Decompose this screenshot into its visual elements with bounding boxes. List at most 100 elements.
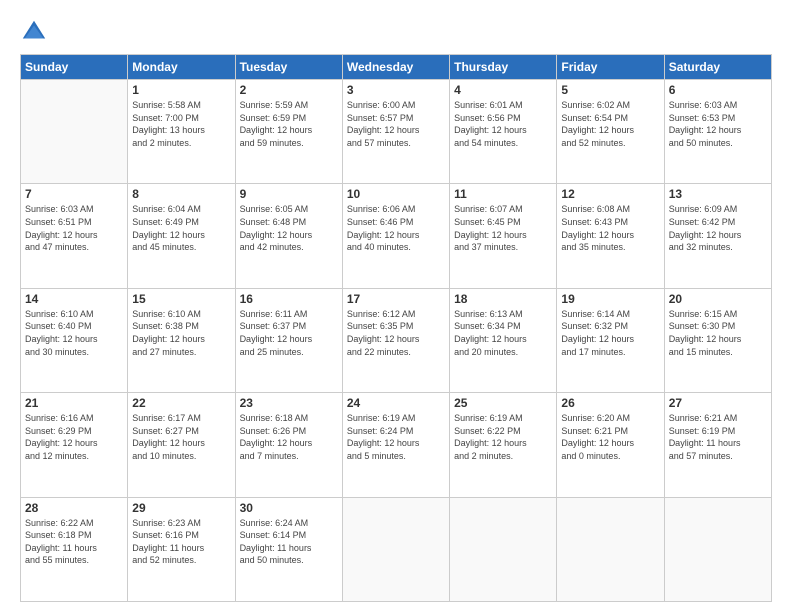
day-number: 7	[25, 187, 123, 201]
calendar-cell: 17 Sunrise: 6:12 AM Sunset: 6:35 PM Dayli…	[342, 288, 449, 392]
calendar-cell: 3 Sunrise: 6:00 AM Sunset: 6:57 PM Daylig…	[342, 80, 449, 184]
day-number: 16	[240, 292, 338, 306]
day-number: 6	[669, 83, 767, 97]
week-row: 28Sunrise: 6:22 AM Sunset: 6:18 PM Dayli…	[21, 497, 772, 601]
day-info: Sunrise: 6:03 AM Sunset: 6:51 PM Dayligh…	[25, 203, 123, 253]
calendar-cell: 11 Sunrise: 6:07 AM Sunset: 6:45 PM Dayli…	[450, 184, 557, 288]
day-number: 12	[561, 187, 659, 201]
calendar-cell: 5 Sunrise: 6:02 AM Sunset: 6:54 PM Daylig…	[557, 80, 664, 184]
calendar-cell: 30 Sunrise: 6:24 AM Sunset: 6:14 PM Dayli…	[235, 497, 342, 601]
weekday-header: Friday	[557, 55, 664, 80]
week-row: 21 Sunrise: 6:16 AM Sunset: 6:29 PM Dayli…	[21, 393, 772, 497]
day-number: 18	[454, 292, 552, 306]
weekday-header: Thursday	[450, 55, 557, 80]
calendar-cell: 15 Sunrise: 6:10 AM Sunset: 6:38 PM Dayli…	[128, 288, 235, 392]
day-number: 8	[132, 187, 230, 201]
page: SundayMondayTuesdayWednesdayThursdayFrid…	[0, 0, 792, 612]
calendar-cell: 6 Sunrise: 6:03 AM Sunset: 6:53 PM Daylig…	[664, 80, 771, 184]
day-number: 17	[347, 292, 445, 306]
calendar-cell: 23 Sunrise: 6:18 AM Sunset: 6:26 PM Dayli…	[235, 393, 342, 497]
day-info: Sunrise: 6:05 AM Sunset: 6:48 PM Dayligh…	[240, 203, 338, 253]
logo-icon	[20, 18, 48, 46]
day-info: Sunrise: 5:58 AM Sunset: 7:00 PM Dayligh…	[132, 99, 230, 149]
day-number: 26	[561, 396, 659, 410]
calendar-cell	[664, 497, 771, 601]
day-info: Sunrise: 5:59 AM Sunset: 6:59 PM Dayligh…	[240, 99, 338, 149]
calendar-body: 1 Sunrise: 5:58 AM Sunset: 7:00 PM Daylig…	[21, 80, 772, 602]
day-info: Sunrise: 6:21 AM Sunset: 6:19 PM Dayligh…	[669, 412, 767, 462]
day-number: 10	[347, 187, 445, 201]
day-info: Sunrise: 6:10 AM Sunset: 6:38 PM Dayligh…	[132, 308, 230, 358]
calendar-cell: 22 Sunrise: 6:17 AM Sunset: 6:27 PM Dayli…	[128, 393, 235, 497]
day-info: Sunrise: 6:15 AM Sunset: 6:30 PM Dayligh…	[669, 308, 767, 358]
weekday-header: Monday	[128, 55, 235, 80]
calendar-cell: 21 Sunrise: 6:16 AM Sunset: 6:29 PM Dayli…	[21, 393, 128, 497]
day-number: 3	[347, 83, 445, 97]
day-info: Sunrise: 6:18 AM Sunset: 6:26 PM Dayligh…	[240, 412, 338, 462]
day-info: Sunrise: 6:17 AM Sunset: 6:27 PM Dayligh…	[132, 412, 230, 462]
calendar-cell: 4Sunrise: 6:01 AM Sunset: 6:56 PM Daylig…	[450, 80, 557, 184]
day-number: 11	[454, 187, 552, 201]
calendar-cell: 18 Sunrise: 6:13 AM Sunset: 6:34 PM Dayli…	[450, 288, 557, 392]
day-info: Sunrise: 6:23 AM Sunset: 6:16 PM Dayligh…	[132, 517, 230, 567]
day-info: Sunrise: 6:00 AM Sunset: 6:57 PM Dayligh…	[347, 99, 445, 149]
day-number: 29	[132, 501, 230, 515]
calendar-cell: 27 Sunrise: 6:21 AM Sunset: 6:19 PM Dayli…	[664, 393, 771, 497]
day-number: 15	[132, 292, 230, 306]
day-info: Sunrise: 6:12 AM Sunset: 6:35 PM Dayligh…	[347, 308, 445, 358]
week-row: 1 Sunrise: 5:58 AM Sunset: 7:00 PM Daylig…	[21, 80, 772, 184]
calendar-cell: 12Sunrise: 6:08 AM Sunset: 6:43 PM Dayli…	[557, 184, 664, 288]
calendar-cell: 24Sunrise: 6:19 AM Sunset: 6:24 PM Dayli…	[342, 393, 449, 497]
day-info: Sunrise: 6:20 AM Sunset: 6:21 PM Dayligh…	[561, 412, 659, 462]
day-number: 2	[240, 83, 338, 97]
day-number: 27	[669, 396, 767, 410]
day-info: Sunrise: 6:10 AM Sunset: 6:40 PM Dayligh…	[25, 308, 123, 358]
day-number: 25	[454, 396, 552, 410]
day-info: Sunrise: 6:01 AM Sunset: 6:56 PM Dayligh…	[454, 99, 552, 149]
day-info: Sunrise: 6:09 AM Sunset: 6:42 PM Dayligh…	[669, 203, 767, 253]
weekday-row: SundayMondayTuesdayWednesdayThursdayFrid…	[21, 55, 772, 80]
week-row: 14Sunrise: 6:10 AM Sunset: 6:40 PM Dayli…	[21, 288, 772, 392]
calendar-cell	[342, 497, 449, 601]
day-info: Sunrise: 6:07 AM Sunset: 6:45 PM Dayligh…	[454, 203, 552, 253]
calendar-cell: 29 Sunrise: 6:23 AM Sunset: 6:16 PM Dayli…	[128, 497, 235, 601]
weekday-header: Saturday	[664, 55, 771, 80]
calendar-cell: 26 Sunrise: 6:20 AM Sunset: 6:21 PM Dayli…	[557, 393, 664, 497]
calendar-cell: 25 Sunrise: 6:19 AM Sunset: 6:22 PM Dayli…	[450, 393, 557, 497]
day-number: 13	[669, 187, 767, 201]
calendar-cell: 1 Sunrise: 5:58 AM Sunset: 7:00 PM Daylig…	[128, 80, 235, 184]
header	[20, 18, 772, 46]
weekday-header: Wednesday	[342, 55, 449, 80]
day-info: Sunrise: 6:19 AM Sunset: 6:24 PM Dayligh…	[347, 412, 445, 462]
calendar-cell	[450, 497, 557, 601]
calendar-cell: 7 Sunrise: 6:03 AM Sunset: 6:51 PM Daylig…	[21, 184, 128, 288]
day-number: 22	[132, 396, 230, 410]
calendar-table: SundayMondayTuesdayWednesdayThursdayFrid…	[20, 54, 772, 602]
day-number: 23	[240, 396, 338, 410]
day-number: 5	[561, 83, 659, 97]
day-info: Sunrise: 6:16 AM Sunset: 6:29 PM Dayligh…	[25, 412, 123, 462]
day-info: Sunrise: 6:02 AM Sunset: 6:54 PM Dayligh…	[561, 99, 659, 149]
day-number: 19	[561, 292, 659, 306]
calendar-cell: 9Sunrise: 6:05 AM Sunset: 6:48 PM Daylig…	[235, 184, 342, 288]
day-number: 30	[240, 501, 338, 515]
day-info: Sunrise: 6:24 AM Sunset: 6:14 PM Dayligh…	[240, 517, 338, 567]
calendar-cell: 13 Sunrise: 6:09 AM Sunset: 6:42 PM Dayli…	[664, 184, 771, 288]
day-number: 21	[25, 396, 123, 410]
calendar-cell: 19Sunrise: 6:14 AM Sunset: 6:32 PM Dayli…	[557, 288, 664, 392]
day-info: Sunrise: 6:13 AM Sunset: 6:34 PM Dayligh…	[454, 308, 552, 358]
week-row: 7 Sunrise: 6:03 AM Sunset: 6:51 PM Daylig…	[21, 184, 772, 288]
day-info: Sunrise: 6:19 AM Sunset: 6:22 PM Dayligh…	[454, 412, 552, 462]
day-info: Sunrise: 6:03 AM Sunset: 6:53 PM Dayligh…	[669, 99, 767, 149]
day-number: 28	[25, 501, 123, 515]
calendar-cell: 20 Sunrise: 6:15 AM Sunset: 6:30 PM Dayli…	[664, 288, 771, 392]
calendar-cell: 16 Sunrise: 6:11 AM Sunset: 6:37 PM Dayli…	[235, 288, 342, 392]
calendar-cell	[21, 80, 128, 184]
calendar-cell: 28Sunrise: 6:22 AM Sunset: 6:18 PM Dayli…	[21, 497, 128, 601]
day-number: 1	[132, 83, 230, 97]
day-number: 20	[669, 292, 767, 306]
day-info: Sunrise: 6:11 AM Sunset: 6:37 PM Dayligh…	[240, 308, 338, 358]
weekday-header: Sunday	[21, 55, 128, 80]
logo	[20, 18, 52, 46]
calendar-cell: 8Sunrise: 6:04 AM Sunset: 6:49 PM Daylig…	[128, 184, 235, 288]
